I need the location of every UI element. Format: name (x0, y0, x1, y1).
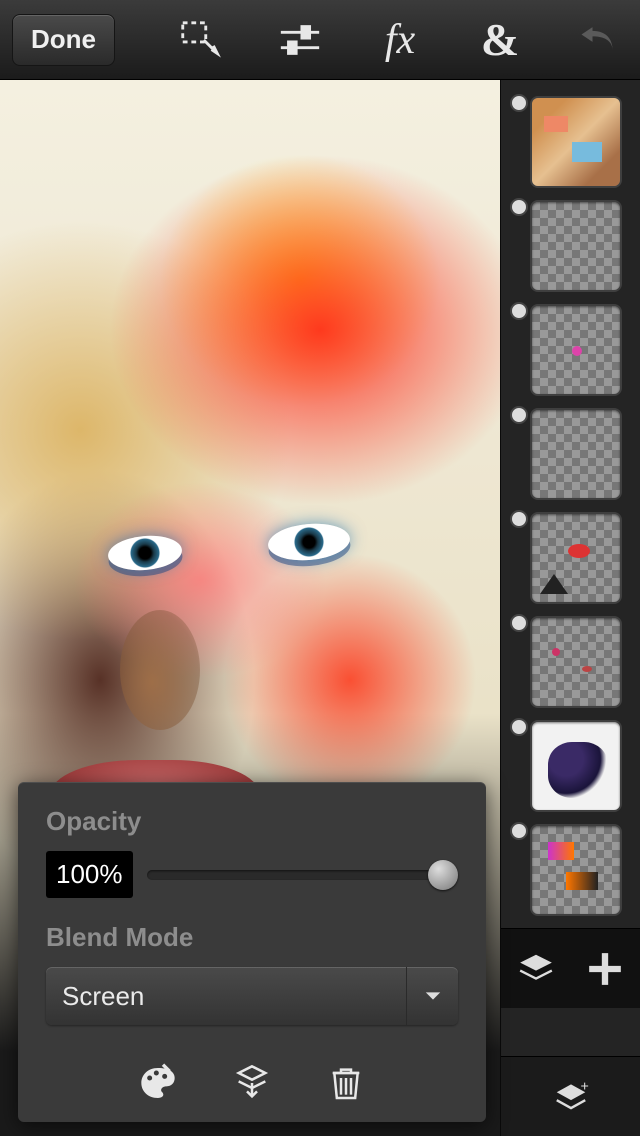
add-layer-button[interactable] (580, 944, 630, 994)
blend-mode-label: Blend Mode (46, 922, 458, 953)
done-button[interactable]: Done (12, 14, 115, 66)
selection-tool-icon[interactable] (155, 0, 245, 80)
layers-mode-row (501, 928, 640, 1008)
layer-item[interactable] (516, 720, 626, 812)
layer-item[interactable] (516, 512, 626, 604)
visibility-toggle-icon[interactable] (510, 302, 528, 320)
layer-item[interactable] (516, 616, 626, 708)
artwork-face (107, 533, 184, 573)
merge-down-icon[interactable] (227, 1058, 277, 1108)
visibility-toggle-icon[interactable] (510, 718, 528, 736)
opacity-value: 100% (46, 851, 133, 898)
opacity-label: Opacity (46, 806, 458, 837)
chevron-down-icon[interactable] (406, 967, 458, 1025)
artwork-face (267, 520, 352, 563)
visibility-toggle-icon[interactable] (510, 94, 528, 112)
adjustments-icon[interactable] (255, 0, 345, 80)
layer-item[interactable] (516, 96, 626, 188)
blend-mode-value: Screen (62, 981, 144, 1012)
visibility-toggle-icon[interactable] (510, 198, 528, 216)
color-palette-icon[interactable] (133, 1058, 183, 1108)
visibility-toggle-icon[interactable] (510, 510, 528, 528)
fx-effects-icon[interactable]: fx (355, 0, 445, 80)
trash-icon[interactable] (321, 1058, 371, 1108)
undo-button[interactable] (568, 10, 628, 70)
layer-properties-panel: Opacity 100% Blend Mode Screen (18, 782, 486, 1122)
layer-item[interactable] (516, 200, 626, 292)
visibility-toggle-icon[interactable] (510, 822, 528, 840)
layer-item[interactable] (516, 824, 626, 916)
artwork-face (120, 610, 200, 730)
top-toolbar: Done fx & (0, 0, 640, 80)
layers-icon[interactable] (511, 944, 561, 994)
layer-item[interactable] (516, 408, 626, 500)
slider-thumb-icon[interactable] (428, 860, 458, 890)
layers-panel: + (500, 80, 640, 1136)
layer-item[interactable] (516, 304, 626, 396)
blend-mode-select[interactable]: Screen (46, 967, 458, 1025)
svg-text:+: + (580, 1078, 588, 1094)
new-layer-stack-icon[interactable]: + (546, 1072, 596, 1122)
combine-icon[interactable]: & (455, 0, 545, 80)
panel-actions (46, 1048, 458, 1108)
visibility-toggle-icon[interactable] (510, 406, 528, 424)
opacity-slider[interactable] (147, 870, 459, 880)
layers-footer: + (501, 1056, 640, 1136)
visibility-toggle-icon[interactable] (510, 614, 528, 632)
